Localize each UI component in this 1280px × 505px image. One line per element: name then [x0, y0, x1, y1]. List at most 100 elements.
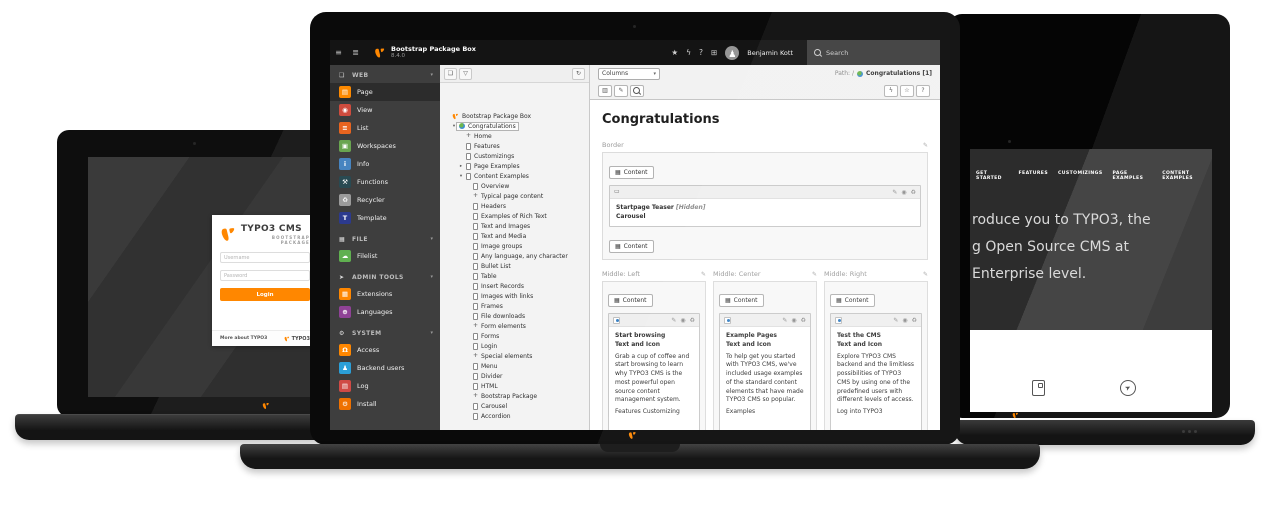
tree-item-accordion[interactable]: Accordion: [440, 411, 589, 421]
module-section-file[interactable]: ▦FILE▾: [330, 231, 440, 247]
content-element-header[interactable]: ✎ ◉ ♻: [831, 314, 921, 327]
tree-item-content-examples[interactable]: ▾Content Examples: [440, 171, 589, 181]
module-section-system[interactable]: ⚙SYSTEM▾: [330, 325, 440, 341]
module-section-web[interactable]: ❏WEB▾: [330, 67, 440, 83]
new-content-button[interactable]: ▦ Content: [609, 240, 654, 253]
nav-item-customizings[interactable]: CUSTOMIZINGS: [1058, 171, 1103, 181]
module-item-list[interactable]: ≡List: [330, 119, 440, 137]
search-input[interactable]: Search: [807, 40, 940, 65]
module-item-backend-users[interactable]: ♟Backend users: [330, 359, 440, 377]
more-about-typo3-link[interactable]: More about TYPO3: [220, 336, 267, 341]
edit-icon[interactable]: ✎: [671, 317, 676, 324]
module-item-install[interactable]: ⚙Install: [330, 395, 440, 413]
delete-icon[interactable]: ♻: [912, 317, 917, 324]
tree-item-file-downloads[interactable]: File downloads: [440, 311, 589, 321]
apps-grid-icon[interactable]: ⊞: [711, 48, 717, 57]
tree-item-features[interactable]: Features: [440, 141, 589, 151]
nav-item-features[interactable]: FEATURES: [1019, 171, 1049, 181]
edit-column-icon[interactable]: ✎: [701, 271, 706, 278]
username-field[interactable]: Username: [220, 252, 310, 263]
element-links[interactable]: Features Customizing: [615, 408, 693, 417]
visibility-toggle-icon[interactable]: ◉: [680, 317, 685, 324]
cache-bolt-button[interactable]: ϟ: [884, 85, 898, 97]
login-button[interactable]: Login: [220, 288, 310, 301]
tree-item-login[interactable]: Login: [440, 341, 589, 351]
tree-item-carousel[interactable]: Carousel: [440, 401, 589, 411]
columns-select[interactable]: Columns ▾: [598, 68, 660, 80]
username[interactable]: Benjamin Kott: [747, 49, 793, 57]
visibility-toggle-icon[interactable]: ◉: [901, 189, 906, 196]
menu-toggle-icon[interactable]: ≡: [330, 48, 347, 57]
tree-item-examples-of-rich-text[interactable]: Examples of Rich Text: [440, 211, 589, 221]
tree-item-any-language-any-character[interactable]: Any language, any character: [440, 251, 589, 261]
help-button[interactable]: ?: [916, 85, 930, 97]
tree-item-bootstrap-package[interactable]: +Bootstrap Package: [440, 391, 589, 401]
nav-item-page-examples[interactable]: PAGE EXAMPLES: [1113, 171, 1153, 181]
content-element-header[interactable]: ✎ ◉ ♻: [609, 314, 699, 327]
clear-cache-bolt-icon[interactable]: ϟ: [686, 48, 691, 57]
opendocs-icon[interactable]: ≣: [347, 48, 364, 57]
tree-item-congratulations[interactable]: ▾Congratulations: [440, 121, 589, 131]
nav-item-content-examples[interactable]: CONTENT EXAMPLES: [1162, 171, 1212, 181]
tree-item-insert-records[interactable]: Insert Records: [440, 281, 589, 291]
edit-icon[interactable]: ✎: [892, 189, 897, 196]
content-element-header[interactable]: ✎ ◉ ♻: [720, 314, 810, 327]
delete-icon[interactable]: ♻: [801, 317, 806, 324]
tree-item-forms[interactable]: Forms: [440, 331, 589, 341]
visibility-toggle-icon[interactable]: ◉: [791, 317, 796, 324]
tree-item-page-examples[interactable]: ▸Page Examples: [440, 161, 589, 171]
new-content-button[interactable]: ▦Content: [719, 294, 764, 307]
edit-column-icon[interactable]: ✎: [812, 271, 817, 278]
delete-icon[interactable]: ♻: [911, 189, 916, 196]
tree-item-divider[interactable]: Divider: [440, 371, 589, 381]
tree-item-home[interactable]: +Home: [440, 131, 589, 141]
tree-item-bootstrap-package-box[interactable]: Bootstrap Package Box: [440, 111, 589, 121]
tree-item-form-elements[interactable]: +Form elements: [440, 321, 589, 331]
tree-item-text-and-images[interactable]: Text and Images: [440, 221, 589, 231]
tree-item-overview[interactable]: Overview: [440, 181, 589, 191]
module-item-functions[interactable]: ⚒Functions: [330, 173, 440, 191]
new-page-icon[interactable]: ❏: [444, 68, 457, 80]
element-links[interactable]: Examples: [726, 408, 804, 417]
visibility-toggle-icon[interactable]: ◉: [902, 317, 907, 324]
module-item-access[interactable]: ΩAccess: [330, 341, 440, 359]
module-item-log[interactable]: ▤Log: [330, 377, 440, 395]
tree-item-bullet-list[interactable]: Bullet List: [440, 261, 589, 271]
refresh-icon[interactable]: ↻: [572, 68, 585, 80]
module-item-view[interactable]: ◉View: [330, 101, 440, 119]
help-icon[interactable]: ?: [699, 48, 703, 57]
new-content-button[interactable]: ▦Content: [830, 294, 875, 307]
tree-item-images-with-links[interactable]: Images with links: [440, 291, 589, 301]
edit-column-icon[interactable]: ✎: [923, 142, 928, 149]
tree-item-html[interactable]: HTML: [440, 381, 589, 391]
edit-icon[interactable]: ✎: [893, 317, 898, 324]
edit-column-icon[interactable]: ✎: [923, 271, 928, 278]
module-item-workspaces[interactable]: ▣Workspaces: [330, 137, 440, 155]
module-item-languages[interactable]: ⊕Languages: [330, 303, 440, 321]
edit-icon[interactable]: ✎: [782, 317, 787, 324]
bookmark-button[interactable]: ☆: [900, 85, 914, 97]
content-element-header[interactable]: ▭ ✎ ◉ ♻: [610, 186, 920, 199]
nav-item-get-started[interactable]: GET STARTED: [976, 171, 1009, 181]
module-item-filelist[interactable]: ☁Filelist: [330, 247, 440, 265]
new-content-button[interactable]: ▦ Content: [609, 166, 654, 179]
tree-item-image-groups[interactable]: Image groups: [440, 241, 589, 251]
delete-icon[interactable]: ♻: [690, 317, 695, 324]
search-page-button[interactable]: [630, 85, 644, 97]
tree-item-headers[interactable]: Headers: [440, 201, 589, 211]
tree-item-table[interactable]: Table: [440, 271, 589, 281]
module-item-extensions[interactable]: ▦Extensions: [330, 285, 440, 303]
element-links[interactable]: Log into TYPO3: [837, 408, 915, 417]
tree-item-typical-page-content[interactable]: +Typical page content: [440, 191, 589, 201]
new-content-button[interactable]: ▦Content: [608, 294, 653, 307]
module-item-template[interactable]: TTemplate: [330, 209, 440, 227]
avatar[interactable]: ♟: [725, 46, 739, 60]
password-field[interactable]: Password: [220, 270, 310, 281]
layout-view-button[interactable]: ▥: [598, 85, 612, 97]
module-item-info[interactable]: iInfo: [330, 155, 440, 173]
tree-item-menu[interactable]: Menu: [440, 361, 589, 371]
tree-item-customizings[interactable]: Customizings: [440, 151, 589, 161]
bookmark-star-icon[interactable]: ★: [671, 48, 678, 57]
tree-item-frames[interactable]: Frames: [440, 301, 589, 311]
tree-item-special-elements[interactable]: +Special elements: [440, 351, 589, 361]
